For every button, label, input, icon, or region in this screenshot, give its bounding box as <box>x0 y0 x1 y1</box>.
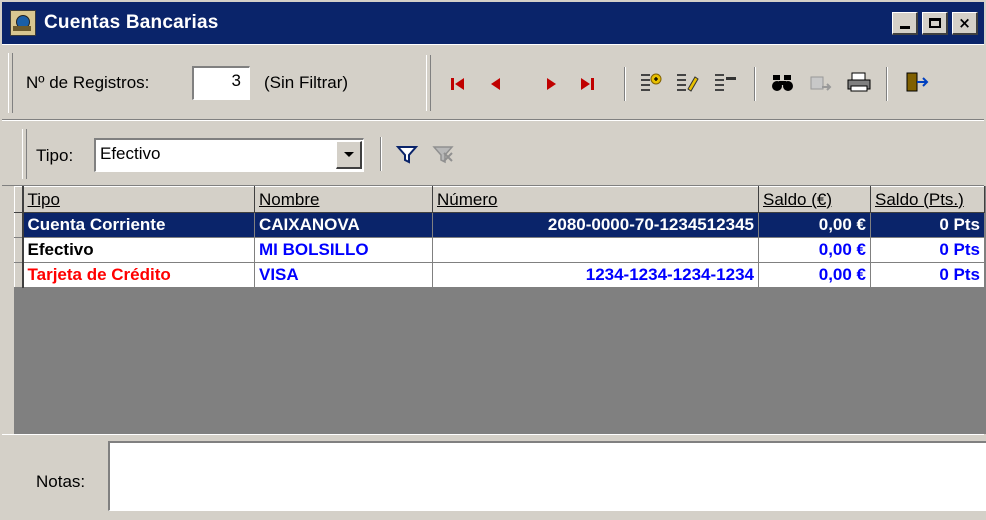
registros-count-field: 3 <box>192 66 250 100</box>
accounts-table: Tipo Nombre Número Saldo (€) Saldo (Pts.… <box>14 186 985 288</box>
cell-saldo-eur[interactable]: 0,00 € <box>758 237 871 263</box>
find-icon <box>772 75 793 91</box>
column-header-tipo[interactable]: Tipo <box>22 186 255 213</box>
export-icon <box>810 76 832 91</box>
table-header-row: Tipo Nombre Número Saldo (€) Saldo (Pts.… <box>14 186 985 213</box>
exit-icon <box>906 72 929 92</box>
next-record-icon <box>546 78 556 90</box>
export-button[interactable] <box>808 69 834 95</box>
tipo-dropdown-button[interactable] <box>336 141 362 169</box>
filter-icon <box>395 146 419 164</box>
cell-saldo-pts[interactable]: 0 Pts <box>870 237 985 263</box>
print-icon <box>847 72 871 92</box>
find-button[interactable] <box>770 69 796 95</box>
close-icon: × <box>958 14 971 32</box>
delete-record-icon <box>715 74 736 91</box>
cell-tipo[interactable]: Tarjeta de Crédito <box>22 262 255 288</box>
maximize-icon <box>928 18 941 28</box>
prev-record-icon <box>490 78 500 90</box>
print-button[interactable] <box>846 69 872 95</box>
table-row[interactable]: Cuenta Corriente CAIXANOVA 2080-0000-70-… <box>14 212 985 238</box>
first-record-icon <box>450 78 464 90</box>
notas-field[interactable] <box>108 441 986 511</box>
edit-record-button[interactable] <box>674 69 700 95</box>
apply-filter-button[interactable] <box>394 141 420 167</box>
title-bar[interactable]: Cuentas Bancarias × <box>2 2 984 44</box>
column-header-nombre[interactable]: Nombre <box>254 186 433 213</box>
next-record-button[interactable] <box>538 71 564 97</box>
column-header-saldo-eur[interactable]: Saldo (€) <box>758 186 871 213</box>
cell-numero[interactable] <box>432 237 759 263</box>
registros-label: Nº de Registros: <box>26 73 150 92</box>
row-indicator-header <box>14 186 24 213</box>
cell-saldo-pts[interactable]: 0 Pts <box>870 262 985 288</box>
filter-toolbar: Tipo: Efectivo <box>2 120 984 186</box>
minimize-button[interactable] <box>892 12 918 35</box>
column-header-saldo-pts[interactable]: Saldo (Pts.) <box>870 186 985 213</box>
row-indicator[interactable] <box>14 237 24 263</box>
cell-nombre[interactable]: MI BOLSILLO <box>254 237 433 263</box>
new-record-button[interactable] <box>638 69 664 95</box>
table-row[interactable]: Efectivo MI BOLSILLO 0,00 € 0 Pts <box>14 237 985 263</box>
new-record-icon <box>641 73 662 91</box>
app-icon[interactable] <box>10 10 36 36</box>
column-header-numero[interactable]: Número <box>432 186 759 213</box>
tipo-select-value: Efectivo <box>100 144 161 163</box>
cell-numero[interactable]: 2080-0000-70-1234512345 <box>432 212 759 238</box>
last-record-icon <box>580 78 594 90</box>
window-controls: × <box>892 12 978 35</box>
close-button[interactable]: × <box>952 12 978 35</box>
cuentas-bancarias-window: Cuentas Bancarias × Nº de Registros: 3 (… <box>0 0 986 520</box>
filter-status-label: (Sin Filtrar) <box>264 73 349 92</box>
last-record-button[interactable] <box>574 71 600 97</box>
chevron-down-icon <box>343 152 354 157</box>
exit-button[interactable] <box>904 69 930 95</box>
cell-nombre[interactable]: CAIXANOVA <box>254 212 433 238</box>
edit-record-icon <box>677 74 699 92</box>
tipo-label: Tipo: <box>36 146 74 165</box>
window-title: Cuentas Bancarias <box>44 12 219 33</box>
clear-filter-button[interactable] <box>430 141 456 167</box>
cell-saldo-eur[interactable]: 0,00 € <box>758 262 871 288</box>
tipo-select[interactable]: Efectivo <box>94 138 364 172</box>
minimize-icon <box>899 26 910 29</box>
first-record-button[interactable] <box>444 71 470 97</box>
cell-tipo[interactable]: Cuenta Corriente <box>22 212 255 238</box>
cell-tipo[interactable]: Efectivo <box>22 237 255 263</box>
toolbar-separator <box>380 137 382 171</box>
toolbar-grip[interactable] <box>426 55 431 111</box>
cell-nombre[interactable]: VISA <box>254 262 433 288</box>
cell-saldo-pts[interactable]: 0 Pts <box>870 212 985 238</box>
notes-panel: Notas: <box>2 434 986 518</box>
table-row[interactable]: Tarjeta de Crédito VISA 1234-1234-1234-1… <box>14 262 985 288</box>
cell-saldo-eur[interactable]: 0,00 € <box>758 212 871 238</box>
toolbar-grip[interactable] <box>22 129 27 179</box>
accounts-grid[interactable]: Tipo Nombre Número Saldo (€) Saldo (Pts.… <box>14 186 986 434</box>
notas-label: Notas: <box>36 472 86 491</box>
toolbar-separator <box>624 67 626 101</box>
toolbar-grip[interactable] <box>8 53 13 113</box>
delete-record-button[interactable] <box>712 69 738 95</box>
row-indicator[interactable] <box>14 262 24 288</box>
row-indicator[interactable] <box>14 212 24 238</box>
toolbar-separator <box>754 67 756 101</box>
records-toolbar: Nº de Registros: 3 (Sin Filtrar) <box>2 44 984 120</box>
maximize-button[interactable] <box>922 12 948 35</box>
clear-filter-icon <box>432 146 454 164</box>
prev-record-button[interactable] <box>482 71 508 97</box>
toolbar-separator <box>886 67 888 101</box>
cell-numero[interactable]: 1234-1234-1234-1234 <box>432 262 759 288</box>
